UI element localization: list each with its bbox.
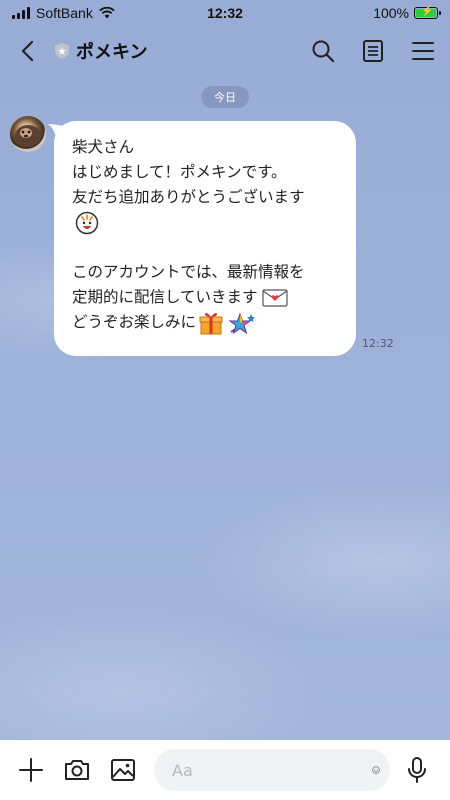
message-emoji-line	[72, 210, 340, 235]
message-line-with-emoji: どうぞお楽しみに	[72, 310, 340, 335]
battery-icon: ⚡	[414, 6, 441, 19]
smiley-icon[interactable]	[372, 758, 380, 782]
chat-title: ポメキン	[76, 42, 148, 63]
message-line: はじめまして！ポメキンです。	[72, 163, 287, 181]
love-letter-emoji	[261, 288, 288, 307]
message-line: 友だち追加ありがとうございます	[72, 188, 305, 206]
shooting-star-emoji	[228, 312, 256, 334]
hamburger-menu-icon	[412, 42, 434, 60]
message-line: 定期的に配信していきます	[72, 288, 258, 306]
add-button[interactable]	[14, 753, 48, 787]
status-bar: SoftBank 12:32 100% ⚡	[0, 0, 450, 26]
grinning-character-emoji	[75, 211, 99, 234]
message-input-bar	[0, 740, 450, 800]
notes-button[interactable]	[356, 34, 390, 68]
message-timestamp: 12:32	[362, 337, 394, 350]
status-right: 100% ⚡	[373, 5, 441, 21]
battery-percent: 100%	[373, 5, 409, 21]
chevron-left-icon	[21, 40, 34, 62]
chat-header: ポメキン	[0, 26, 450, 76]
image-icon	[111, 759, 135, 781]
message-line: このアカウントでは、最新情報を	[72, 263, 305, 281]
chat-background	[0, 0, 450, 740]
header-actions	[306, 34, 440, 68]
notes-icon	[363, 40, 383, 62]
message-bubble[interactable]: 柴犬さん はじめまして！ポメキンです。 友だち追加ありがとうございます このアカ…	[54, 121, 356, 356]
dog-avatar	[15, 125, 41, 147]
wifi-icon	[99, 7, 115, 19]
search-icon	[312, 40, 335, 63]
chat-title-group[interactable]: ポメキン	[54, 38, 147, 64]
carrier-name: SoftBank	[36, 5, 93, 21]
signal-icon	[12, 7, 30, 19]
date-separator: 今日	[201, 86, 249, 108]
message-line: どうぞお楽しみに	[72, 313, 197, 331]
plus-icon	[19, 758, 43, 782]
menu-button[interactable]	[406, 34, 440, 68]
mic-button[interactable]	[400, 753, 434, 787]
camera-icon	[65, 760, 89, 780]
status-time: 12:32	[207, 5, 243, 21]
charging-bolt-icon: ⚡	[421, 6, 434, 17]
message-line-with-emoji: 定期的に配信していきます	[72, 285, 340, 310]
back-button[interactable]	[10, 34, 44, 68]
status-left: SoftBank	[12, 5, 115, 21]
camera-button[interactable]	[60, 753, 94, 787]
gift-emoji	[199, 312, 223, 334]
message-input-field[interactable]	[154, 749, 390, 791]
microphone-icon	[408, 757, 426, 783]
image-button[interactable]	[106, 753, 140, 787]
message-line: 柴犬さん	[72, 138, 135, 156]
message-input[interactable]	[172, 760, 372, 780]
search-button[interactable]	[306, 34, 340, 68]
official-account-shield-icon	[54, 42, 70, 60]
avatar[interactable]	[10, 116, 46, 152]
